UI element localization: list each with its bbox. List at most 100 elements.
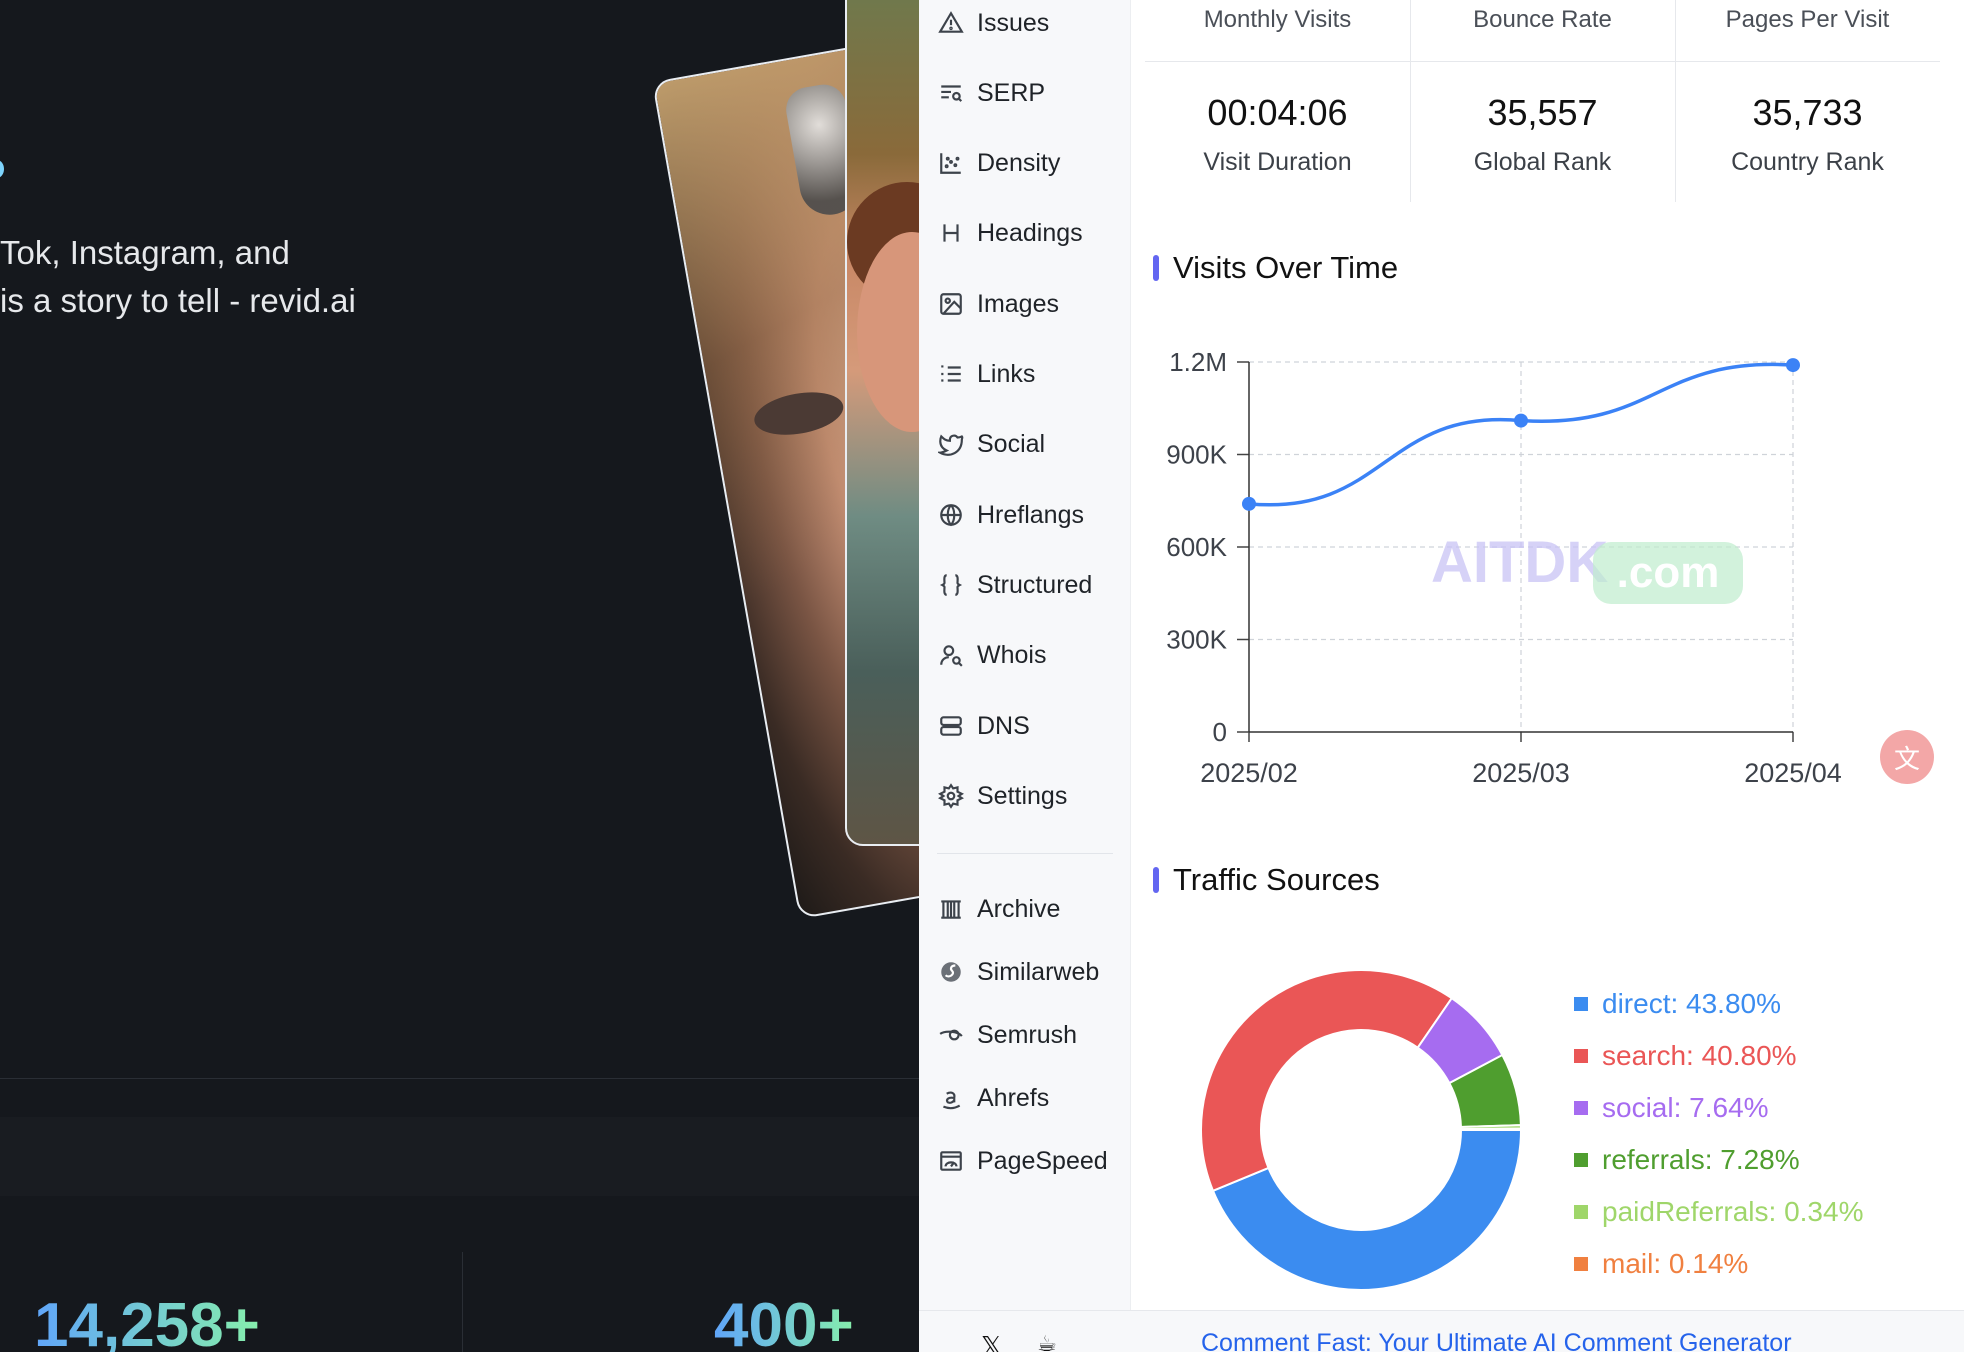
legend-label: referrals: 7.28% (1602, 1144, 1800, 1175)
data-point (1786, 358, 1800, 373)
legend-label: paidReferrals: 0.34% (1602, 1196, 1864, 1227)
sidebar-item-label: Density (977, 148, 1061, 177)
sidebar-item-links[interactable]: Links (937, 354, 1035, 394)
archive-icon (937, 895, 965, 923)
traffic-legend: direct: 43.80% search: 40.80% social: 7.64… (1574, 978, 1863, 1290)
section-band (0, 1117, 919, 1196)
sidebar-link-archive[interactable]: Archive (937, 889, 1060, 929)
sidebar-item-hreflangs[interactable]: Hreflangs (937, 495, 1084, 535)
globe-icon (937, 501, 965, 529)
heading-icon (937, 219, 965, 247)
sidebar-item-label: Links (977, 359, 1036, 388)
legend-item-direct[interactable]: direct: 43.80% (1574, 978, 1863, 1030)
y-tick-label: 600K (1166, 532, 1227, 562)
legend-swatch (1574, 1153, 1588, 1167)
sidebar-item-images[interactable]: Images (937, 284, 1059, 324)
title-accent-bar (1153, 255, 1159, 281)
sidebar-item-social[interactable]: Social (937, 424, 1045, 464)
sidebar-item-headings[interactable]: Headings (937, 213, 1083, 253)
visits-section-title: Visits Over Time (1153, 250, 1398, 286)
sidebar-link-similarweb[interactable]: Similarweb (937, 952, 1099, 992)
traffic-title-text: Traffic Sources (1173, 862, 1380, 897)
legend-item-referrals[interactable]: referrals: 7.28% (1574, 1134, 1863, 1186)
legend-label: direct: 43.80% (1602, 988, 1781, 1019)
data-point (1242, 496, 1256, 511)
sidebar-item-issues[interactable]: Issues (937, 3, 1049, 43)
promo-link[interactable]: Comment Fast: Your Ultimate AI Comment G… (1201, 1329, 1792, 1352)
sidebar-item-density[interactable]: Density (937, 143, 1060, 183)
sidebar-item-settings[interactable]: Settings (937, 776, 1067, 816)
translate-icon[interactable]: 文 (1880, 730, 1934, 784)
sidebar-item-label: Hreflangs (977, 500, 1084, 529)
similarweb-icon (937, 958, 965, 986)
warning-icon (937, 9, 965, 37)
sidebar-item-label: Ahrefs (977, 1083, 1050, 1112)
seo-extension-panel: Issues SERP Density Headings Images Link… (919, 0, 1964, 1352)
sidebar-item-label: DNS (977, 711, 1030, 740)
bottom-bar: 𝕏 ☕ Comment Fast: Your Ultimate AI Comme… (919, 1310, 1964, 1352)
sidebar-item-label: Semrush (977, 1020, 1078, 1049)
twitter-icon (937, 430, 965, 458)
stat-label: Country Rank (1731, 148, 1884, 176)
legend-swatch (1574, 1049, 1588, 1063)
stat-monthly-visits: Monthly Visits 00:04:06 Visit Duration (1145, 0, 1410, 202)
sidebar-item-label: Whois (977, 640, 1047, 669)
watermark-suffix: .com (1617, 548, 1720, 597)
stat-label: Visit Duration (1203, 148, 1352, 176)
sidebar-item-label: Archive (977, 894, 1061, 923)
traffic-section-title: Traffic Sources (1153, 862, 1380, 898)
stat-bounce-rate: Bounce Rate 35,557 Global Rank (1410, 0, 1675, 202)
sidebar-link-pagespeed[interactable]: PageSpeed (937, 1141, 1108, 1181)
sidebar-item-dns[interactable]: DNS (937, 706, 1030, 746)
slice-mail (1459, 1127, 1523, 1131)
sidebar-item-label: Social (977, 429, 1046, 458)
coffee-icon[interactable]: ☕ (1037, 1331, 1057, 1352)
x-tick-label: 2025/04 (1744, 758, 1842, 788)
stat-label: Global Rank (1473, 148, 1612, 176)
server-icon (937, 712, 965, 740)
stat-value: 35,557 (1487, 92, 1598, 133)
legend-label: mail: 0.14% (1602, 1248, 1749, 1279)
legend-item-mail[interactable]: mail: 0.14% (1574, 1238, 1863, 1290)
hero-image-card-front (845, 0, 919, 846)
section-divider (0, 1078, 919, 1079)
accent-dot (0, 160, 4, 178)
legend-swatch (1574, 1101, 1588, 1115)
legend-label: search: 40.80% (1602, 1040, 1797, 1071)
stat-header: Pages Per Visit (1725, 6, 1890, 33)
y-tick-label: 1.2M (1169, 347, 1227, 377)
stat-number-1: 14,258+ (34, 1290, 260, 1352)
gear-icon (937, 782, 965, 810)
x-icon[interactable]: 𝕏 (981, 1331, 1002, 1352)
x-tick-label: 2025/03 (1472, 758, 1570, 788)
slice-search (1200, 969, 1454, 1193)
user-search-icon (937, 641, 965, 669)
stat-value: 00:04:06 (1207, 92, 1348, 133)
stat-value: 35,733 (1752, 92, 1863, 133)
x-tick-label: 2025/02 (1200, 758, 1298, 788)
sidebar-item-label: Headings (977, 218, 1083, 247)
sidebar-item-label: PageSpeed (977, 1146, 1108, 1175)
traffic-donut-chart (1200, 969, 1523, 1291)
sidebar-item-serp[interactable]: SERP (937, 73, 1045, 113)
sidebar-item-structured[interactable]: Structured (937, 565, 1092, 605)
legend-swatch (1574, 1205, 1588, 1219)
sidebar-item-label: Images (977, 289, 1059, 318)
stat-number-2: 400+ (714, 1290, 854, 1352)
legend-item-social[interactable]: social: 7.64% (1574, 1082, 1863, 1134)
sidebar-item-whois[interactable]: Whois (937, 635, 1046, 675)
y-tick-label: 300K (1166, 625, 1227, 655)
density-icon (937, 149, 965, 177)
sidebar-link-ahrefs[interactable]: Ahrefs (937, 1078, 1049, 1118)
visits-title-text: Visits Over Time (1173, 250, 1399, 285)
sidebar-link-semrush[interactable]: Semrush (937, 1015, 1077, 1055)
legend-label: social: 7.64% (1602, 1092, 1769, 1123)
y-tick-label: 0 (1213, 717, 1227, 747)
legend-item-paidReferrals[interactable]: paidReferrals: 0.34% (1574, 1186, 1863, 1238)
list-icon (937, 360, 965, 388)
sidebar-item-label: Similarweb (977, 957, 1100, 986)
stats-divider (462, 1252, 463, 1352)
legend-item-search[interactable]: search: 40.80% (1574, 1030, 1863, 1082)
visits-line-chart: 0 300K 600K 900K 1.2M 2025/02 2025/03 2025/04 AI… (1166, 347, 1842, 788)
sidebar-item-label: SERP (977, 78, 1046, 107)
